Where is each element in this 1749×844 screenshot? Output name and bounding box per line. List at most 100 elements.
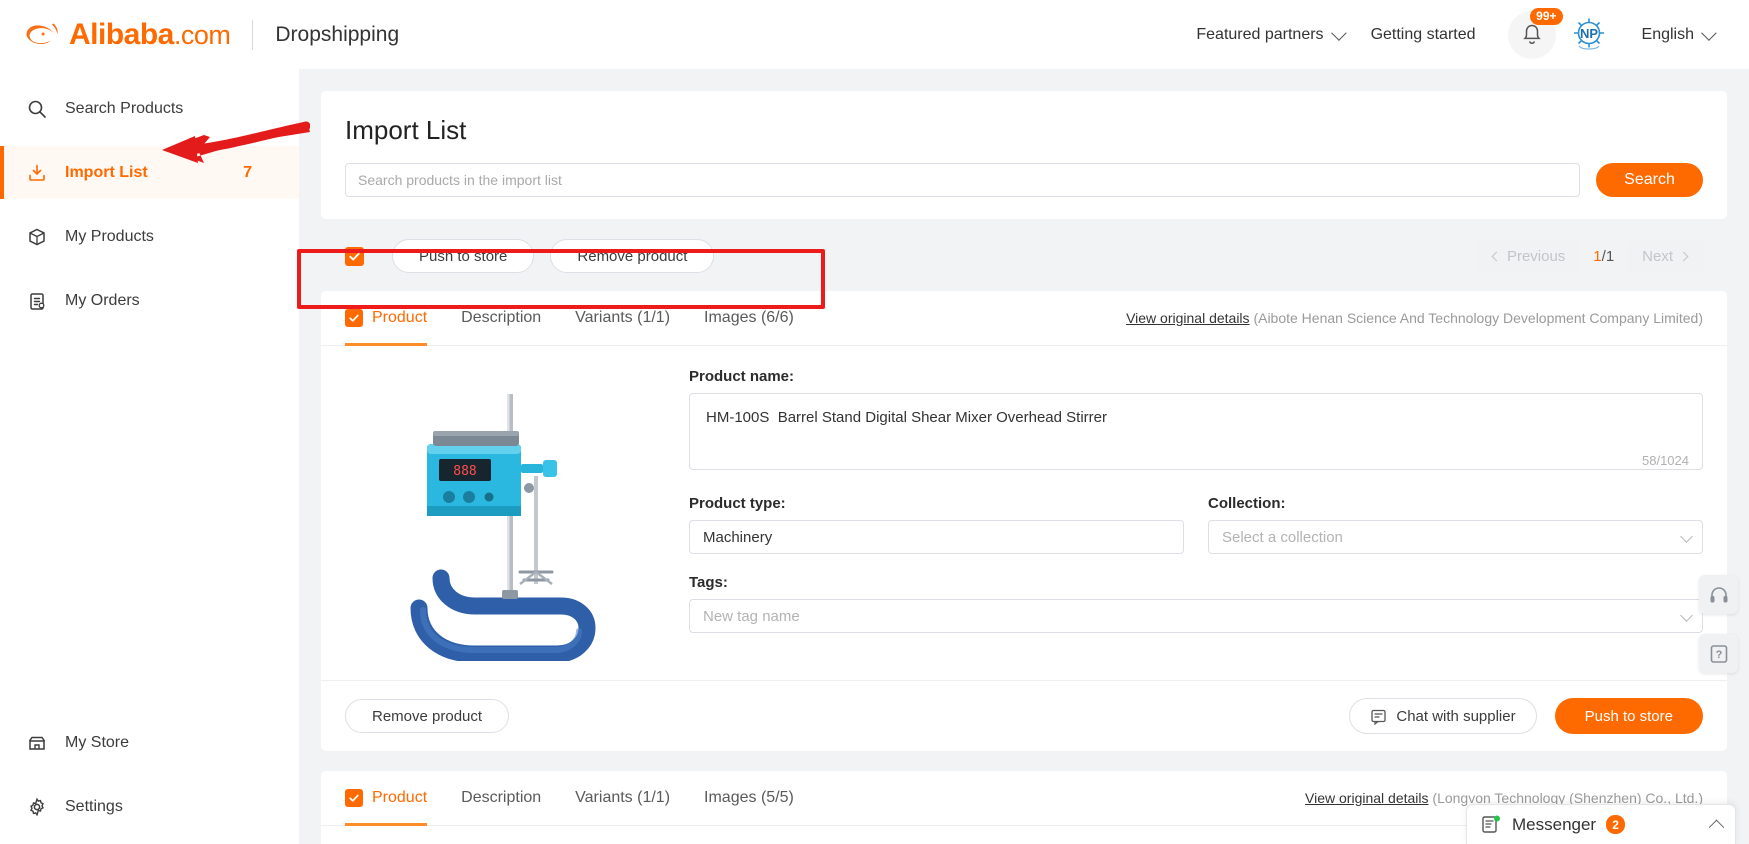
bulk-push-to-store-button[interactable]: Push to store <box>392 239 535 273</box>
list-toolbar: Push to store Remove product Previous 1/… <box>321 219 1727 291</box>
alibaba-logo[interactable]: Alibaba.com <box>0 17 231 52</box>
product-select-checkbox[interactable] <box>345 309 363 327</box>
tab-description[interactable]: Description <box>461 771 541 826</box>
product-type-group: Product type: <box>689 495 1184 554</box>
gear-icon <box>26 796 48 818</box>
sidebar-item-import-list[interactable]: Import List 7 <box>0 146 299 199</box>
product-type-input[interactable] <box>689 520 1184 554</box>
messenger-badge: 2 <box>1606 815 1626 834</box>
next-label: Next <box>1642 247 1673 265</box>
tab-label: Variants (1/1) <box>575 309 671 326</box>
messenger-widget[interactable]: Messenger 2 <box>1466 804 1736 844</box>
tab-description[interactable]: Description <box>461 291 541 346</box>
next-page-button[interactable]: Next <box>1626 240 1703 272</box>
chevron-down-icon <box>1330 25 1347 41</box>
tab-label: Description <box>461 789 542 806</box>
view-original-details: View original details (Aibote Henan Scie… <box>1126 310 1703 326</box>
sidebar-item-label: My Orders <box>65 291 140 309</box>
tab-product[interactable]: Product <box>345 771 428 826</box>
language-selector[interactable]: English <box>1628 25 1727 44</box>
product-name-input[interactable]: HM-100S Barrel Stand Digital Shear Mixer… <box>689 393 1703 470</box>
tab-label: Product <box>372 309 428 326</box>
tab-label: Description <box>461 309 542 326</box>
svg-text:888: 888 <box>453 464 476 479</box>
featured-partners-menu[interactable]: Featured partners <box>1182 25 1356 44</box>
notifications-button[interactable]: 99+ <box>1507 7 1563 59</box>
header-actions: Featured partners Getting started 99+ NP <box>1182 7 1749 59</box>
product-type-label: Product type: <box>689 495 786 512</box>
tab-images[interactable]: Images (6/6) <box>704 291 794 346</box>
sidebar-item-my-orders[interactable]: My Orders <box>0 274 299 327</box>
getting-started-label: Getting started <box>1370 25 1476 43</box>
search-row: Search <box>345 163 1703 219</box>
chevron-down-icon <box>1701 25 1717 41</box>
sidebar-item-my-store[interactable]: My Store <box>0 716 299 769</box>
cube-icon <box>26 226 48 248</box>
search-icon <box>26 98 48 120</box>
sidebar-item-label: Settings <box>65 797 123 815</box>
language-label: English <box>1641 25 1694 43</box>
tab-variants[interactable]: Variants (1/1) <box>575 771 670 826</box>
product-name-counter: 58/1024 <box>1642 453 1689 468</box>
sidebar-item-search-products[interactable]: Search Products <box>0 82 299 135</box>
collection-select[interactable] <box>1208 520 1703 554</box>
push-to-store-button[interactable]: Push to store <box>1554 698 1703 734</box>
tags-input[interactable] <box>689 599 1703 633</box>
check-icon <box>349 794 359 802</box>
product-image[interactable]: 888 <box>363 368 663 668</box>
messenger-title: Messenger <box>1512 814 1597 834</box>
app-name: Dropshipping <box>275 22 400 46</box>
customer-service-button[interactable] <box>1699 575 1738 614</box>
search-input[interactable] <box>345 163 1580 197</box>
select-all-checkbox[interactable] <box>345 246 364 266</box>
sidebar-item-my-products[interactable]: My Products <box>0 210 299 263</box>
avatar[interactable]: NP <box>1568 14 1610 56</box>
product-fields: Product name: HM-100S Barrel Stand Digit… <box>663 368 1703 668</box>
tab-images[interactable]: Images (5/5) <box>704 771 794 826</box>
product-body: 888 Product name: HM-100S Barrel Stand D… <box>321 346 1727 668</box>
tags-group: Tags: <box>689 574 1703 633</box>
product-name-label: Product name: <box>689 368 795 385</box>
search-button[interactable]: Search <box>1596 163 1703 197</box>
sidebar-item-settings[interactable]: Settings <box>0 780 299 833</box>
chat-label: Chat with supplier <box>1396 707 1516 725</box>
product-card: Product Description Variants (1/1) Image… <box>321 291 1727 751</box>
brand-text: Alibaba.com <box>69 17 231 51</box>
store-icon <box>26 732 48 754</box>
sidebar-item-label: Search Products <box>65 99 184 117</box>
check-icon <box>349 252 360 260</box>
pagination: Previous 1/1 Next <box>1476 240 1703 272</box>
chat-icon <box>1371 709 1387 725</box>
tab-variants[interactable]: Variants (1/1) <box>575 291 670 346</box>
import-list-header-card: Import List Search <box>321 91 1727 219</box>
product-select-checkbox[interactable] <box>345 789 363 807</box>
sidebar-item-label: My Products <box>65 227 154 245</box>
tags-label: Tags: <box>689 574 728 591</box>
sidebar-item-label: My Store <box>65 733 130 751</box>
import-icon <box>26 162 48 184</box>
chat-with-supplier-button[interactable]: Chat with supplier <box>1349 698 1537 734</box>
top-header: Alibaba.com Dropshipping Featured partne… <box>0 0 1749 69</box>
remove-product-button[interactable]: Remove product <box>345 699 510 733</box>
tab-label: Images (6/6) <box>704 309 794 326</box>
featured-partners-label: Featured partners <box>1196 25 1324 43</box>
chevron-up-icon[interactable] <box>1708 819 1725 836</box>
product-footer: Remove product Chat with supplier Push t… <box>321 680 1727 751</box>
tab-label: Images (5/5) <box>704 789 794 806</box>
chevron-left-icon <box>1491 251 1502 261</box>
bulk-remove-product-button[interactable]: Remove product <box>550 239 715 273</box>
view-original-details-link[interactable]: View original details <box>1126 310 1249 326</box>
clipboard-icon <box>26 290 48 312</box>
svg-text:?: ? <box>1715 649 1722 661</box>
overhead-stirrer-image: 888 <box>410 393 596 661</box>
collection-label: Collection: <box>1208 495 1286 512</box>
product-tabs: Product Description Variants (1/1) Image… <box>321 291 1727 346</box>
view-original-details-link[interactable]: View original details <box>1305 790 1428 806</box>
question-doc-icon: ? <box>1710 644 1727 663</box>
alibaba-swirl-icon <box>26 23 58 44</box>
help-feedback-button[interactable]: ? <box>1699 634 1738 673</box>
previous-page-button[interactable]: Previous <box>1476 240 1582 272</box>
tab-product[interactable]: Product <box>345 291 428 346</box>
getting-started-link[interactable]: Getting started <box>1357 26 1490 44</box>
chevron-right-icon <box>1678 251 1689 261</box>
